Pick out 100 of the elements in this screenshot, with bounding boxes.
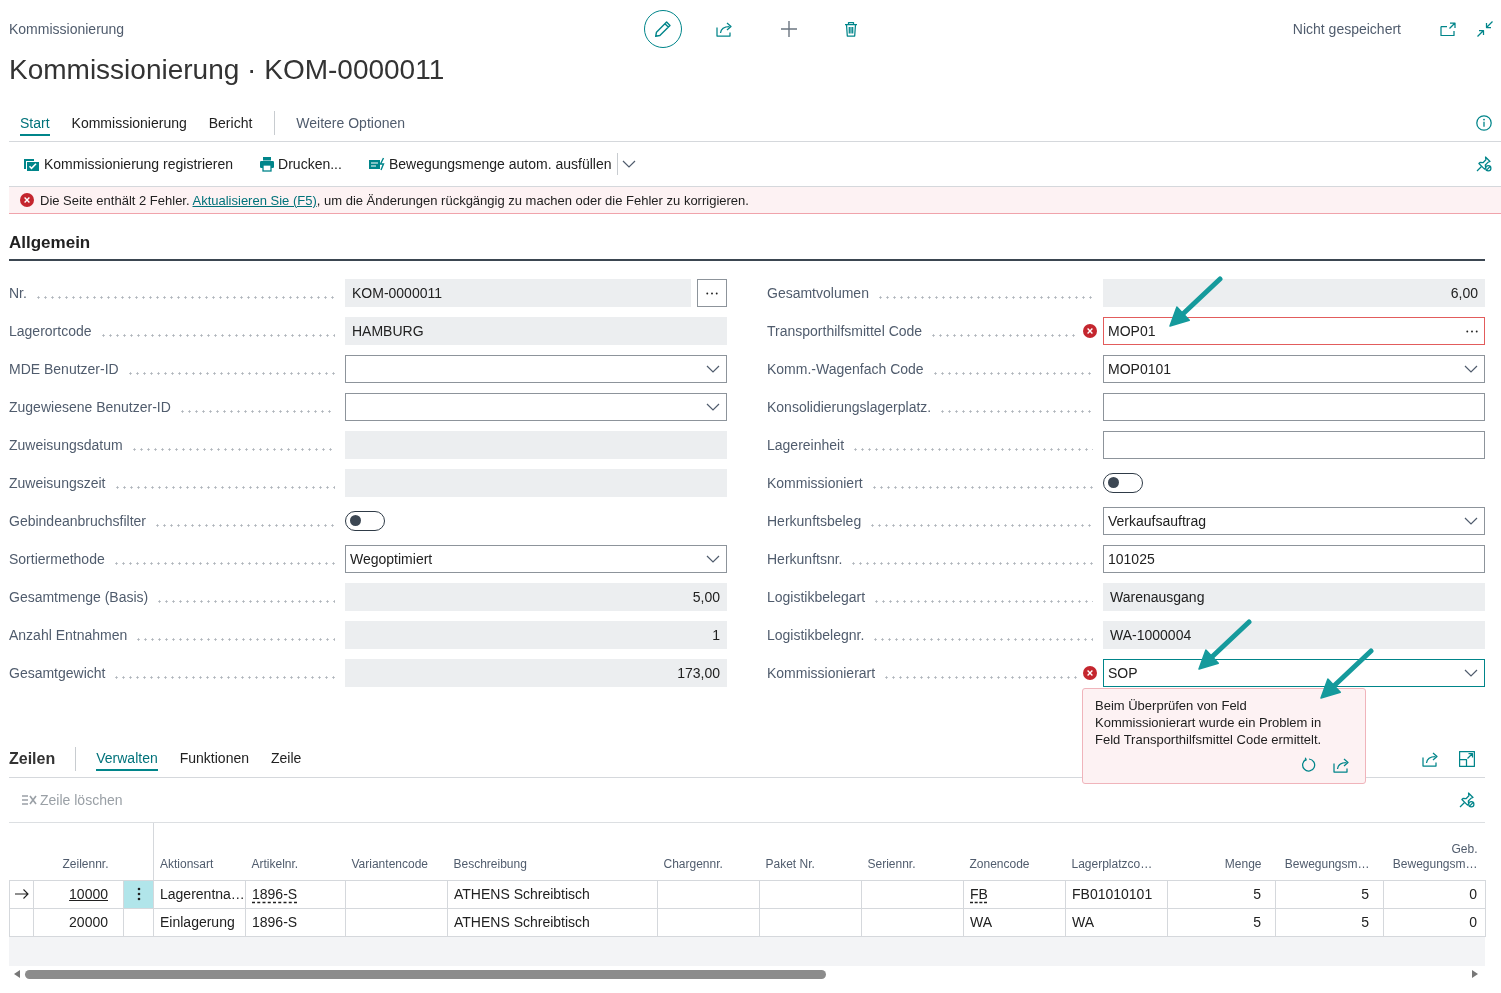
annotation-arrow	[1166, 276, 1224, 329]
more-options-tab[interactable]: Weitere Optionen	[296, 110, 406, 136]
share-icon[interactable]	[1333, 757, 1351, 773]
table-cell: 0	[1469, 914, 1477, 930]
field-label: Logistikbelegnr.	[767, 627, 865, 643]
pin-icon[interactable]	[1476, 156, 1492, 172]
column-header[interactable]: Seriennr.	[867, 856, 916, 872]
dropdown-field[interactable]: Verkaufsauftrag	[1103, 507, 1485, 535]
pencil-icon	[654, 20, 672, 38]
text-field[interactable]	[1103, 431, 1485, 459]
table-cell: Lagerentna…	[160, 886, 245, 902]
dropdown-field[interactable]	[345, 393, 727, 421]
chevron-down-icon	[1464, 669, 1478, 677]
trash-icon[interactable]	[844, 21, 858, 37]
field-label: Komm.-Wagenfach Code	[767, 361, 924, 377]
field-label: Nr.	[9, 285, 27, 301]
readonly-field: 1	[345, 621, 727, 649]
table-row[interactable]: 20000 Einlagerung 1896-S ATHENS Schreibtisch WA WA 5 5 0	[9, 908, 1486, 936]
dropdown-field[interactable]: SOP	[1103, 659, 1485, 687]
column-header[interactable]: Chargennr.	[663, 856, 723, 872]
readonly-field: 173,00	[345, 659, 727, 687]
field-label: Gesamtgewicht	[9, 665, 106, 681]
tab[interactable]: Verwalten	[96, 746, 158, 771]
field-label: Konsolidierungslagerplatz.	[767, 399, 932, 415]
tab[interactable]: Funktionen	[179, 746, 249, 771]
field-label: Zuweisungsdatum	[9, 437, 123, 453]
table-cell: 20000	[69, 914, 108, 930]
column-header[interactable]: Beschreibung	[453, 856, 527, 872]
dropdown-field[interactable]	[345, 355, 727, 383]
table-cell: FB01010101	[1072, 886, 1153, 902]
column-header[interactable]: Zeilennr.	[62, 856, 109, 872]
field-label: Gebindeanbruchsfilter	[9, 513, 146, 529]
scrollbar-thumb[interactable]	[25, 969, 826, 979]
pin-icon[interactable]	[1459, 792, 1475, 808]
table-cell: WA	[970, 914, 993, 930]
readonly-field: Warenausgang	[1103, 583, 1485, 611]
column-header[interactable]: Menge	[1224, 856, 1262, 872]
field-label: Herkunftsnr.	[767, 551, 843, 567]
field-label: Gesamtmenge (Basis)	[9, 589, 149, 605]
column-header[interactable]: Lagerplatzco…	[1071, 856, 1153, 872]
printer-icon	[259, 156, 276, 172]
chevron-down-icon	[1464, 365, 1478, 373]
column-header[interactable]: Zonencode	[969, 856, 1030, 872]
column-header[interactable]: Geb. Bewegungsm…	[1389, 841, 1478, 872]
tab[interactable]: Start	[20, 110, 50, 136]
column-header[interactable]: Artikelnr.	[251, 856, 299, 872]
card-lightning-icon	[367, 157, 386, 171]
text-field[interactable]	[1103, 393, 1485, 421]
action-button[interactable]: Drucken...	[259, 156, 342, 172]
expand-icon[interactable]	[1459, 750, 1475, 767]
scroll-left-icon[interactable]	[14, 970, 20, 978]
field-label: Herkunftsbeleg	[767, 513, 862, 529]
field-label: Kommissioniert	[767, 475, 863, 491]
toggle-switch[interactable]	[345, 511, 385, 531]
chevron-down-icon	[706, 555, 720, 563]
error-icon	[1083, 666, 1097, 680]
plus-icon[interactable]	[781, 21, 797, 37]
delete-row-icon	[21, 794, 37, 806]
ellipsis-icon[interactable]	[1466, 329, 1478, 333]
table-cell: Einlagerung	[160, 914, 235, 930]
text-field[interactable]: 101025	[1103, 545, 1485, 573]
column-header[interactable]: Bewegungsm…	[1284, 856, 1370, 872]
lookup-field[interactable]: MOP01	[1103, 317, 1485, 345]
table-cell: 5	[1361, 914, 1369, 930]
section-title: Allgemein	[9, 232, 91, 254]
table-cell[interactable]: FB	[970, 886, 988, 902]
share-icon[interactable]	[716, 21, 734, 37]
table-cell: 5	[1253, 914, 1261, 930]
column-header[interactable]: Variantencode	[351, 856, 428, 872]
table-cell: 5	[1361, 886, 1369, 902]
error-icon	[20, 193, 34, 207]
tab[interactable]: Kommissionierung	[71, 110, 187, 136]
share-icon[interactable]	[1422, 750, 1440, 767]
table-cell: 0	[1469, 886, 1477, 902]
table-row[interactable]: 10000 Lagerentna… 1896-S ATHENS Schreibtisch FB FB01010101 5 5 0	[9, 880, 1486, 908]
scroll-right-icon[interactable]	[1472, 970, 1478, 978]
action-button[interactable]: Bewegungsmenge autom. ausfüllen	[367, 156, 612, 172]
error-icon	[1083, 324, 1097, 338]
column-header[interactable]: Paket Nr.	[765, 856, 815, 872]
refresh-icon[interactable]	[1301, 757, 1317, 773]
tab[interactable]: Zeile	[271, 746, 302, 771]
toggle-switch[interactable]	[1103, 473, 1143, 493]
dropdown-field[interactable]: MOP0101	[1103, 355, 1485, 383]
collapse-icon[interactable]	[1477, 21, 1493, 37]
dropdown-field[interactable]: Wegoptimiert	[345, 545, 727, 573]
field-label: Kommissionierart	[767, 665, 876, 681]
error-message: Die Seite enthält 2 Fehler. Aktualisieren Sie (F5), um die Änderungen rückgängig zu machen oder die Fehler zu korrigieren.	[40, 192, 749, 208]
column-header[interactable]: Aktionsart	[160, 856, 214, 872]
chevron-down-icon[interactable]	[622, 160, 637, 168]
open-in-new-window-icon[interactable]	[1440, 22, 1456, 36]
action-button[interactable]: Kommissionierung registrieren	[23, 156, 234, 172]
readonly-field: 5,00	[345, 583, 727, 611]
chevron-down-icon	[706, 365, 720, 373]
tab[interactable]: Bericht	[208, 110, 253, 136]
readonly-field: KOM-0000011	[345, 279, 691, 307]
current-row-arrow-icon	[15, 889, 29, 899]
refresh-link[interactable]: Aktualisieren Sie (F5)	[192, 192, 317, 208]
readonly-field: HAMBURG	[345, 317, 727, 345]
info-icon[interactable]	[1476, 115, 1492, 131]
assist-button[interactable]	[697, 279, 727, 307]
